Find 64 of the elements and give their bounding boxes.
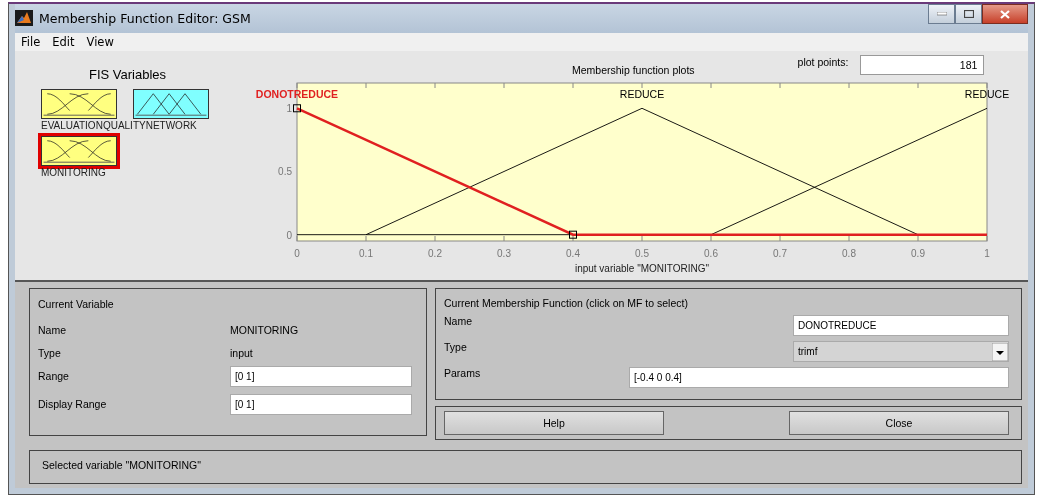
field-label: Display Range <box>38 397 108 410</box>
variable-block[interactable] <box>133 89 209 120</box>
dropdown-arrow-icon <box>992 342 1008 361</box>
x-tick-label: 0.8 <box>842 248 856 260</box>
params-field[interactable]: [-0.4 0 0.4] <box>629 367 1009 388</box>
minimize-button[interactable] <box>928 4 955 24</box>
window-title: Membership Function Editor: GSM <box>39 10 251 26</box>
menu-item[interactable]: Edit <box>46 35 81 50</box>
maximize-button[interactable] <box>955 4 982 24</box>
membership-label[interactable]: DONOTREDUCE <box>255 88 339 101</box>
x-tick-label: 0.4 <box>566 248 580 260</box>
status-text: Selected variable "MONITORING" <box>42 459 201 471</box>
plot-points-field[interactable]: 181 <box>860 55 985 76</box>
x-tick-label: 0.5 <box>635 248 649 260</box>
x-tick-label: 0.7 <box>773 248 787 260</box>
membership-label[interactable]: REDUCE <box>964 88 1010 101</box>
variable-type-value: input <box>230 346 254 359</box>
variable-name: QUALITYNETWORK <box>102 120 197 134</box>
field-label: Params <box>444 367 482 379</box>
variable-name: EVALUATION <box>41 120 103 134</box>
membership-line[interactable] <box>710 108 988 236</box>
x-tick-label: 0.9 <box>911 248 925 260</box>
membership-label[interactable]: REDUCE <box>619 88 665 101</box>
panel-title: Current Membership Function (click on MF to select) <box>444 297 689 309</box>
push-button[interactable]: Close <box>789 411 1009 435</box>
maximize-icon <box>963 10 974 18</box>
range-field[interactable]: [0 1] <box>230 366 412 387</box>
vertex-handle[interactable] <box>293 104 301 113</box>
field-label: Range <box>38 369 70 382</box>
variable-name: MONITORING <box>41 167 106 181</box>
minimize-icon <box>936 12 947 16</box>
membership-line[interactable] <box>365 108 919 236</box>
x-tick-label: 0.3 <box>497 248 511 260</box>
menu-item[interactable]: View <box>80 35 120 50</box>
x-axis-label: input variable "MONITORING" <box>574 263 710 275</box>
x-tick-label: 0.1 <box>359 248 373 260</box>
vertex-handle[interactable] <box>569 230 577 239</box>
field-label: Name <box>38 323 67 336</box>
peaks-logo-icon <box>15 10 33 27</box>
y-tick-label: 0 <box>286 229 292 241</box>
variable-block[interactable] <box>41 136 117 167</box>
mf-name-field[interactable]: DONOTREDUCE <box>793 315 1009 336</box>
x-tick-label: 0.2 <box>428 248 442 260</box>
display-range-field[interactable]: [0 1] <box>230 394 412 415</box>
variable-block[interactable] <box>41 89 117 120</box>
close-icon <box>1000 9 1010 19</box>
mf-type-dropdown[interactable]: trimf <box>793 341 1009 362</box>
membership-line[interactable] <box>296 107 987 237</box>
panel-title: Current Variable <box>38 298 115 310</box>
plot-points-label: plot points: <box>797 56 849 69</box>
menu-item[interactable]: File <box>15 35 47 50</box>
field-label: Type <box>38 346 62 359</box>
y-tick-label: 1 <box>286 103 292 115</box>
close-button[interactable] <box>982 4 1028 24</box>
plot-title: Membership function plots <box>572 64 695 77</box>
panel-title: FIS Variables <box>88 66 168 85</box>
field-label: Type <box>444 341 468 353</box>
x-tick-label: 0 <box>294 248 300 260</box>
y-tick-label: 0.5 <box>278 166 292 178</box>
x-tick-label: 1 <box>984 248 990 260</box>
push-button[interactable]: Help <box>444 411 664 435</box>
field-label: Name <box>444 315 473 327</box>
x-tick-label: 0.6 <box>704 248 718 260</box>
variable-name-value: MONITORING <box>230 323 300 336</box>
